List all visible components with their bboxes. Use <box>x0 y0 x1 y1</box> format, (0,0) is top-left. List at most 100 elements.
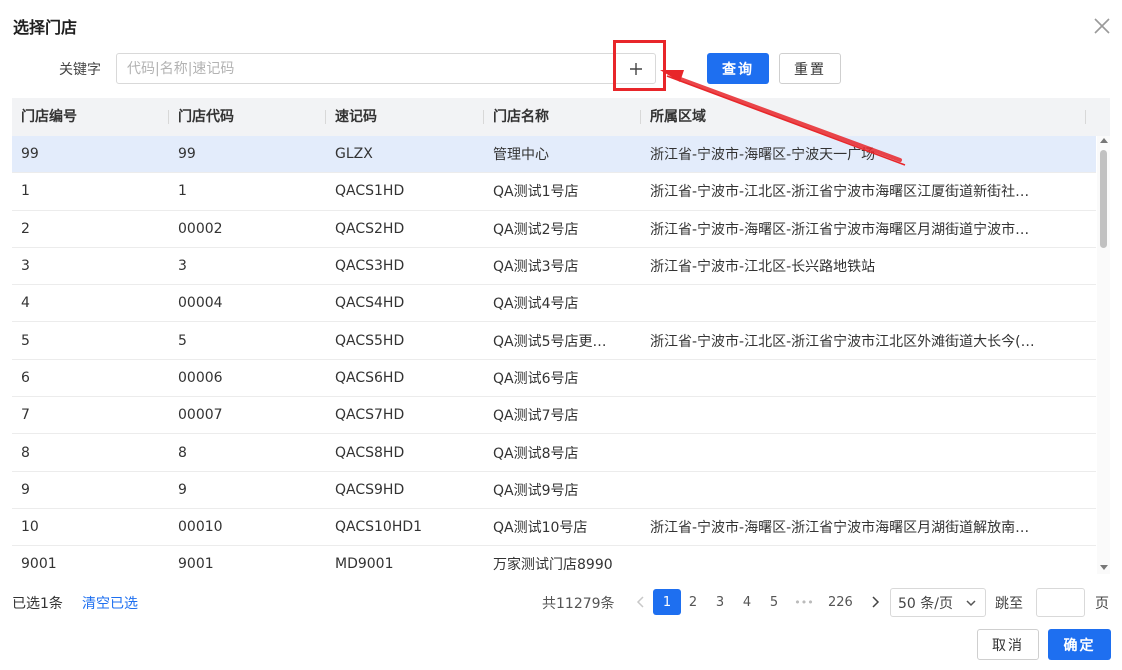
table-row[interactable]: 99 99 GLZX 管理中心 浙江省-宁波市-海曙区-宁波天一广场 <box>12 136 1096 174</box>
cell-store-code: 00010 <box>178 519 223 536</box>
cell-store-number: 3 <box>21 258 30 275</box>
column-header-store-number[interactable]: 门店编号 <box>12 98 169 136</box>
cell-store-number: 6 <box>21 369 30 386</box>
table-row[interactable]: 4 00004 QACS4HD QA测试4号店 <box>12 285 1096 323</box>
column-header-shortcode[interactable]: 速记码 <box>326 98 484 136</box>
cell-store-code: 99 <box>178 146 196 163</box>
scroll-down-icon[interactable] <box>1100 565 1108 570</box>
cell-store-code: 00006 <box>178 369 223 386</box>
cell-store-number: 7 <box>21 407 30 424</box>
page-226[interactable]: 226 <box>828 589 853 615</box>
table-row[interactable]: 10 00010 QACS10HD1 QA测试10号店 浙江省-宁波市-海曙区-浙江省宁… <box>12 509 1096 547</box>
table-row[interactable]: 1 1 QACS1HD QA测试1号店 浙江省-宁波市-江北区-浙江省宁波市海曙区江厦街… <box>12 173 1096 211</box>
cell-store-code: 00004 <box>178 295 223 312</box>
search-field[interactable] <box>116 53 656 84</box>
cell-store-code: 9001 <box>178 556 214 573</box>
chevron-down-icon <box>966 600 976 607</box>
cell-store-name: 万家测试门店8990 <box>493 557 613 574</box>
cell-store-name: QA测试2号店 <box>493 221 579 238</box>
cell-store-number: 9 <box>21 481 30 498</box>
cell-shortcode: QACS4HD <box>335 295 405 312</box>
cell-store-code: 1 <box>178 183 187 200</box>
cell-store-number: 8 <box>21 444 30 461</box>
column-header-store-name[interactable]: 门店名称 <box>484 98 641 136</box>
cell-shortcode: QACS5HD <box>335 332 405 349</box>
page-2[interactable]: 2 <box>682 589 704 615</box>
page-5[interactable]: 5 <box>763 589 785 615</box>
cell-shortcode: QACS6HD <box>335 369 405 386</box>
cell-store-number: 5 <box>21 332 30 349</box>
cell-store-number: 2 <box>21 220 30 237</box>
jump-label: 跳至 <box>995 596 1023 612</box>
chevron-left-icon <box>636 596 644 608</box>
cell-region: 浙江省-宁波市-江北区-长兴路地铁站 <box>650 259 876 276</box>
chevron-right-icon <box>872 596 880 608</box>
selected-count: 已选1条 <box>12 596 63 612</box>
annotation-highlight-box <box>613 40 666 91</box>
reset-button[interactable]: 重置 <box>779 53 841 84</box>
cell-store-code: 00007 <box>178 407 223 424</box>
dialog-title: 选择门店 <box>13 18 78 37</box>
table-row[interactable]: 3 3 QACS3HD QA测试3号店 浙江省-宁波市-江北区-长兴路地铁站 <box>12 248 1096 286</box>
confirm-button[interactable]: 确定 <box>1048 629 1111 660</box>
cell-store-name: QA测试7号店 <box>493 408 579 425</box>
cell-store-name: QA测试5号店更… <box>493 333 607 350</box>
store-table: 门店编号 门店代码 速记码 门店名称 所属区域 99 99 GLZX 管理中心 浙江省-… <box>12 98 1110 574</box>
page-1[interactable]: 1 <box>653 589 681 615</box>
cell-shortcode: QACS1HD <box>335 183 405 200</box>
page-4[interactable]: 4 <box>736 589 758 615</box>
cancel-button[interactable]: 取消 <box>977 629 1039 660</box>
cell-store-name: QA测试6号店 <box>493 370 579 387</box>
cell-store-name: 管理中心 <box>493 147 549 164</box>
search-input[interactable] <box>117 54 597 83</box>
cell-store-code: 5 <box>178 332 187 349</box>
table-row[interactable]: 9 9 QACS9HD QA测试9号店 <box>12 472 1096 509</box>
cell-region: 浙江省-宁波市-海曙区-宁波天一广场 <box>650 147 876 164</box>
cell-store-number: 1 <box>21 183 30 200</box>
clear-selected-link[interactable]: 清空已选 <box>82 593 138 613</box>
jump-page-input[interactable] <box>1036 588 1085 617</box>
next-page-button[interactable] <box>864 589 886 615</box>
cell-store-name: QA测试9号店 <box>493 482 579 499</box>
page-ellipsis[interactable]: ••• <box>793 589 815 615</box>
cell-store-code: 00002 <box>178 220 223 237</box>
cell-store-name: QA测试1号店 <box>493 184 579 201</box>
table-row[interactable]: 6 00006 QACS6HD QA测试6号店 <box>12 360 1096 398</box>
close-icon[interactable] <box>1091 15 1113 37</box>
page-size-select[interactable]: 50 条/页 <box>890 588 986 617</box>
table-scrollbar[interactable] <box>1097 136 1110 574</box>
keyword-label: 关键字 <box>59 62 101 78</box>
cell-shortcode: QACS7HD <box>335 407 405 424</box>
cell-shortcode: MD9001 <box>335 556 394 573</box>
table-row[interactable]: 5 5 QACS5HD QA测试5号店更… 浙江省-宁波市-江北区-浙江省宁波市江北区外… <box>12 322 1096 360</box>
page-3[interactable]: 3 <box>709 589 731 615</box>
total-count: 共11279条 <box>542 596 615 612</box>
column-header-region[interactable]: 所属区域 <box>641 98 1086 136</box>
column-header-store-code[interactable]: 门店代码 <box>169 98 326 136</box>
cell-store-number: 99 <box>21 146 39 163</box>
cell-store-name: QA测试10号店 <box>493 520 588 537</box>
cell-region: 浙江省-宁波市-海曙区-浙江省宁波市海曙区月湖街道解放南… <box>650 520 1030 537</box>
scroll-thumb[interactable] <box>1100 150 1107 248</box>
table-row[interactable]: 7 00007 QACS7HD QA测试7号店 <box>12 397 1096 435</box>
table-row[interactable]: 2 00002 QACS2HD QA测试2号店 浙江省-宁波市-海曙区-浙江省宁波市海曙… <box>12 211 1096 248</box>
cell-store-code: 9 <box>178 481 187 498</box>
cell-store-name: QA测试3号店 <box>493 259 579 276</box>
page-unit-label: 页 <box>1095 596 1109 612</box>
cell-region: 浙江省-宁波市-江北区-浙江省宁波市海曙区江厦街道新街社… <box>650 184 1030 201</box>
cell-store-number: 9001 <box>21 556 57 573</box>
cell-store-name: QA测试8号店 <box>493 445 579 462</box>
page-size-value: 50 条/页 <box>898 595 953 612</box>
cell-store-number: 4 <box>21 295 30 312</box>
table-row[interactable]: 8 8 QACS8HD QA测试8号店 <box>12 434 1096 472</box>
cell-region: 浙江省-宁波市-海曙区-浙江省宁波市海曙区月湖街道宁波市… <box>650 221 1030 238</box>
prev-page-button[interactable] <box>630 589 652 615</box>
table-header: 门店编号 门店代码 速记码 门店名称 所属区域 <box>12 98 1110 136</box>
cell-shortcode: QACS9HD <box>335 481 405 498</box>
cell-store-number: 10 <box>21 519 39 536</box>
table-row[interactable]: 9001 9001 MD9001 万家测试门店8990 <box>12 546 1096 574</box>
query-button[interactable]: 查询 <box>707 53 769 84</box>
scroll-up-icon[interactable] <box>1100 138 1108 143</box>
table-body: 99 99 GLZX 管理中心 浙江省-宁波市-海曙区-宁波天一广场 1 1 QACS1HD Q… <box>12 136 1096 574</box>
cell-store-code: 8 <box>178 444 187 461</box>
